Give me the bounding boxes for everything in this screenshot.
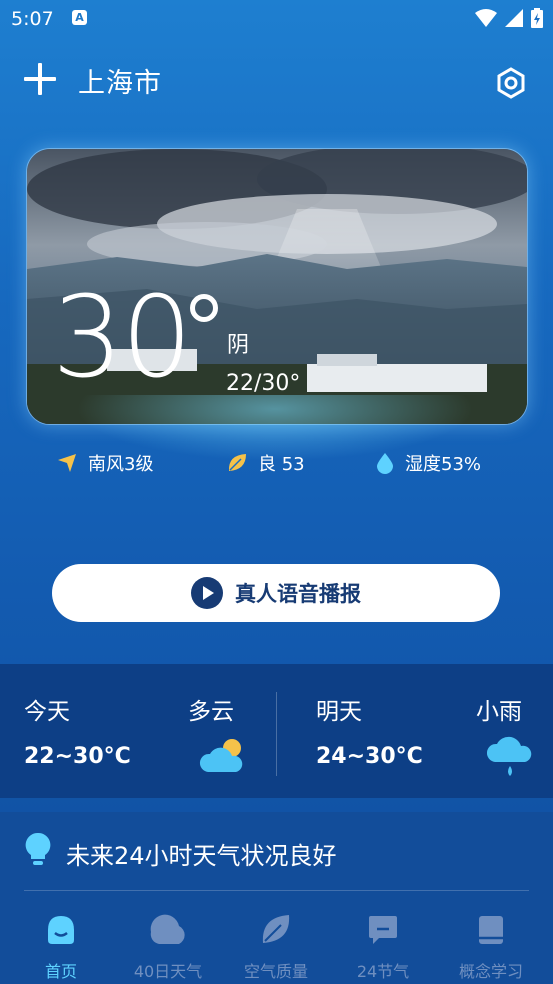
- voice-broadcast-label: 真人语音播报: [235, 582, 361, 606]
- degree-symbol: [190, 294, 218, 322]
- solar-terms-icon: [369, 916, 397, 944]
- play-icon: [191, 577, 223, 609]
- today-label: 今天: [24, 699, 70, 725]
- air-quality-stat: 良 53: [226, 449, 305, 477]
- leaf-icon: [228, 454, 246, 471]
- wind-stat: 南风3级: [56, 449, 153, 477]
- wind-direction-icon: [58, 454, 76, 472]
- status-bar: 5:07 A: [0, 0, 553, 38]
- nav-home-label: 首页: [44, 962, 77, 981]
- nav-air-quality[interactable]: 空气质量: [221, 910, 331, 982]
- book-icon: [479, 916, 503, 944]
- voice-broadcast-button[interactable]: 真人语音播报: [52, 564, 500, 622]
- tip-divider: [24, 890, 529, 891]
- nav-40-day[interactable]: 40日天气: [113, 910, 223, 982]
- air-quality-label: 良 53: [258, 454, 305, 475]
- system-icons: [475, 8, 543, 28]
- 40-day-icon: [150, 914, 185, 944]
- bottom-nav: 首页 40日天气 空气质量 24节气 概念学习: [0, 902, 553, 984]
- weather-stats: 南风3级 良 53 湿度53%: [0, 449, 553, 477]
- city-name[interactable]: 上海市: [78, 61, 162, 100]
- two-day-forecast[interactable]: 今天 多云 22~30°C 明天 小雨 24~30°C: [0, 664, 553, 798]
- current-condition: 阴: [227, 333, 250, 358]
- nav-solar-terms[interactable]: 24节气: [328, 910, 438, 982]
- temperature-range: 22/30°: [226, 371, 301, 396]
- partly-cloudy-icon: [199, 739, 243, 772]
- battery-icon: [531, 8, 543, 28]
- wind-label: 南风3级: [88, 454, 154, 475]
- nav-air-quality-label: 空气质量: [243, 962, 308, 981]
- wifi-icon: [475, 9, 497, 27]
- humidity-stat: 湿度53%: [375, 449, 481, 477]
- forecast-tip: 未来24小时天气状况良好: [0, 812, 553, 902]
- nav-concept-learning[interactable]: 概念学习: [436, 910, 546, 982]
- lightbulb-icon: [25, 832, 51, 865]
- signal-icon: [505, 9, 523, 27]
- nav-solar-terms-label: 24节气: [356, 962, 410, 981]
- tip-text: 未来24小时天气状况良好: [66, 842, 337, 870]
- nav-concept-learning-label: 概念学习: [458, 962, 523, 981]
- current-temperature: 30: [52, 273, 193, 403]
- tomorrow-label: 明天: [316, 699, 362, 725]
- settings-icon[interactable]: [495, 67, 527, 99]
- home-icon: [48, 916, 74, 944]
- nav-home[interactable]: 首页: [6, 910, 116, 982]
- forecast-divider: [276, 692, 277, 776]
- light-rain-icon: [487, 736, 532, 776]
- nav-40-day-label: 40日天气: [133, 962, 203, 981]
- water-drop-icon: [377, 453, 393, 474]
- header: 上海市: [0, 55, 553, 115]
- humidity-label: 湿度53%: [405, 454, 482, 475]
- tomorrow-condition: 小雨: [476, 699, 522, 725]
- notification-badge: A: [72, 10, 87, 25]
- today-condition: 多云: [188, 699, 234, 725]
- status-time: 5:07: [11, 8, 54, 30]
- add-city-button[interactable]: [24, 63, 56, 95]
- leaf-icon: [262, 915, 290, 943]
- today-temp: 22~30°C: [24, 744, 131, 769]
- tomorrow-temp: 24~30°C: [316, 744, 423, 769]
